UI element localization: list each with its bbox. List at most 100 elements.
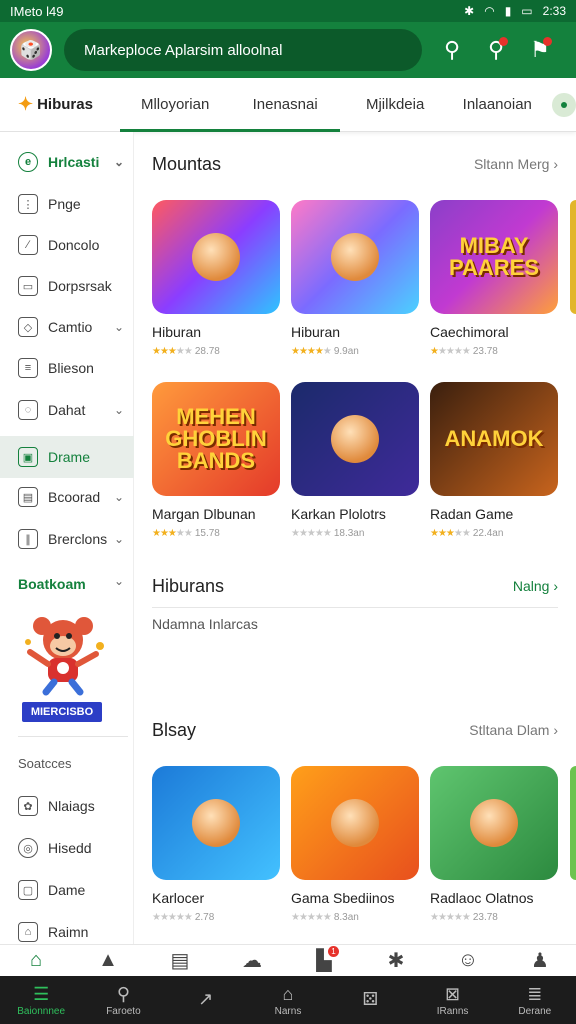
list-icon: ≣: [527, 983, 543, 1004]
chevron-down-icon: ⌄: [113, 320, 124, 334]
game-thumbnail[interactable]: ANAMOK: [430, 382, 558, 496]
sys-nav-search[interactable]: ⚲ Faroeto: [82, 976, 164, 1024]
see-more-link[interactable]: Stltana Dlam ›: [469, 722, 558, 738]
sidebar-item-2[interactable]: ⋮ Pnge: [0, 184, 134, 224]
sidebar-label: Blieson: [48, 360, 94, 376]
sidebar-item-13[interactable]: ▢ Dame: [0, 870, 134, 910]
game-card[interactable]: Hiburan ★★★★★ 9.9an: [291, 200, 419, 357]
search-icon[interactable]: ⚲: [430, 29, 474, 71]
columns-icon: ∥: [18, 529, 38, 549]
sidebar-item-3[interactable]: ∕ Doncolo: [0, 225, 134, 265]
sidebar-item-4[interactable]: ▭ Dorpsrsak: [0, 266, 134, 306]
game-thumbnail[interactable]: MEHEN GHOBLIN BANDS: [152, 382, 280, 496]
tab-2[interactable]: Inenasnai: [230, 78, 341, 132]
sys-nav-frame[interactable]: ⊠ IRanns: [411, 976, 493, 1024]
game-thumbnail[interactable]: MIBAY PAARES: [430, 200, 558, 314]
game-thumbnail[interactable]: [291, 382, 419, 496]
house-icon: ⌂: [282, 983, 294, 1004]
sidebar-label: Dorpsrsak: [48, 278, 112, 294]
character-art: [470, 799, 518, 847]
battery-icon: ▭: [521, 4, 533, 18]
star-empty-icon: ★★: [175, 528, 193, 539]
sys-nav-label: Narns: [274, 1005, 302, 1017]
game-rating: ★★★★★ 22.4an: [430, 528, 558, 539]
star-empty-icon: ★: [322, 346, 332, 357]
star-rating-icon: ★★★★: [291, 346, 324, 357]
game-thumbnail[interactable]: [291, 766, 419, 880]
notification-dot: [499, 37, 508, 46]
sidebar-item-7[interactable]: ◌ Dahat ⌄: [0, 390, 134, 430]
rating-value: 23.78: [472, 912, 498, 923]
sys-nav-list[interactable]: ≣ Derane: [494, 976, 576, 1024]
cloud-icon[interactable]: ☁: [216, 945, 288, 976]
sidebar-item-9[interactable]: ▤ Bcoorad ⌄: [0, 477, 134, 517]
sidebar-item-11[interactable]: ✿ Nlaiags: [0, 786, 134, 826]
search-icon: ⚲: [116, 983, 131, 1004]
game-card[interactable]: ANAMOK Radan Game ★★★★★ 22.4an: [430, 382, 558, 539]
sys-nav-home[interactable]: ☰ Baionnnee: [0, 976, 82, 1024]
sidebar-label: Pnge: [48, 196, 81, 212]
sidebar-item-1[interactable]: e Hrlcasti ⌄: [0, 142, 134, 182]
sys-nav-house[interactable]: ⌂ Narns: [247, 976, 329, 1024]
game-rating: ★★★★★ 9.9an: [291, 346, 419, 357]
settings-icon[interactable]: ✱: [360, 945, 432, 976]
game-rating: ★★★★★ 18.3an: [291, 528, 419, 539]
character-art: [192, 799, 240, 847]
sidebar-item-12[interactable]: ◎ Hisedd: [0, 828, 134, 868]
search-input[interactable]: Markeploce Aplarsim alloolnal: [64, 29, 422, 71]
tab-brand-label: Hiburas: [37, 96, 93, 113]
game-title: Caechimoral: [430, 324, 509, 340]
game-thumbnail[interactable]: [152, 200, 280, 314]
tab-more-icon[interactable]: [552, 92, 576, 117]
next-card-peek[interactable]: [570, 766, 576, 880]
inbox-icon[interactable]: ▙ 1: [288, 945, 360, 976]
menu-icon: ☰: [33, 983, 50, 1004]
see-more-link[interactable]: Sltann Merg ›: [474, 156, 558, 172]
sidebar-item-6[interactable]: ≡ Blieson: [0, 348, 134, 388]
game-icon: ▣: [18, 447, 38, 467]
home-icon[interactable]: ⌂: [0, 945, 72, 976]
game-thumbnail[interactable]: [430, 766, 558, 880]
profile-icon[interactable]: ♟: [504, 945, 576, 976]
game-thumbnail[interactable]: [152, 766, 280, 880]
doc-icon: ∕: [18, 235, 38, 255]
sidebar-label: Nlaiags: [48, 798, 95, 814]
game-card[interactable]: MIBAY PAARES Caechimoral ★★★★★ 23.78: [430, 200, 558, 357]
tab-4[interactable]: Inlaanoian: [450, 78, 544, 132]
tab-1[interactable]: Mlloyorian: [120, 78, 231, 132]
system-nav-bar: ☰ Baionnnee ⚲ Faroeto ↗ ⌂ Narns ⚄ ⊠ IRanns ≣…: [0, 976, 576, 1024]
game-card[interactable]: Gama Sbediinos ★★★★★ 8.3an: [291, 766, 419, 923]
chevron-down-icon: ⌄: [113, 490, 124, 504]
game-title: Karkan Plolotrs: [291, 506, 386, 522]
chevron-down-icon[interactable]: ⌄: [114, 574, 124, 588]
tab-3[interactable]: Mjilkdeia: [340, 78, 450, 132]
game-card[interactable]: Karlocer ★★★★★ 2.78: [152, 766, 280, 923]
sidebar-section-title[interactable]: Boatkoam: [18, 576, 86, 592]
game-card[interactable]: MEHEN GHOBLIN BANDS Margan Dlbunan ★★★★★ 15…: [152, 382, 280, 539]
alert-icon[interactable]: ⚑: [518, 29, 562, 71]
app-logo[interactable]: 🎲: [10, 29, 52, 71]
tab-brand[interactable]: ✦ Hiburas: [0, 94, 120, 115]
bookmark-icon[interactable]: ▲: [72, 945, 144, 976]
friends-icon[interactable]: ☺: [432, 945, 504, 976]
notifications-search-icon[interactable]: ⚲: [474, 29, 518, 71]
signal-icon: ▮: [504, 4, 512, 18]
sidebar-item-5[interactable]: ◇ Camtio ⌄: [0, 307, 134, 347]
sidebar-item-8[interactable]: ▣ Drame: [0, 436, 134, 478]
game-thumbnail[interactable]: [291, 200, 419, 314]
thumbnail-art-text: MIBAY PAARES: [448, 233, 540, 280]
star-empty-icon: ★★★★: [437, 346, 471, 357]
sys-nav-dice[interactable]: ⚄: [329, 976, 411, 1024]
printer-icon[interactable]: ▤: [144, 945, 216, 976]
game-card[interactable]: Karkan Plolotrs ★★★★★ 18.3an: [291, 382, 419, 539]
game-card[interactable]: Hiburan ★★★★★ 28.78: [152, 200, 280, 357]
sys-nav-label: Derane: [518, 1005, 552, 1017]
next-card-peek[interactable]: [570, 200, 576, 314]
arrow-icon: ↗: [198, 989, 214, 1009]
see-more-link[interactable]: Nalng ›: [513, 578, 558, 594]
see-more-label: Stltana Dlam: [469, 722, 550, 738]
sidebar-item-10[interactable]: ∥ Brerclons ⌄: [0, 519, 134, 559]
game-card[interactable]: Radlaoc Olatnos ★★★★★ 23.78: [430, 766, 558, 923]
sys-nav-forward[interactable]: ↗: [165, 976, 247, 1024]
promo-badge[interactable]: MIERCISBO: [22, 702, 102, 722]
